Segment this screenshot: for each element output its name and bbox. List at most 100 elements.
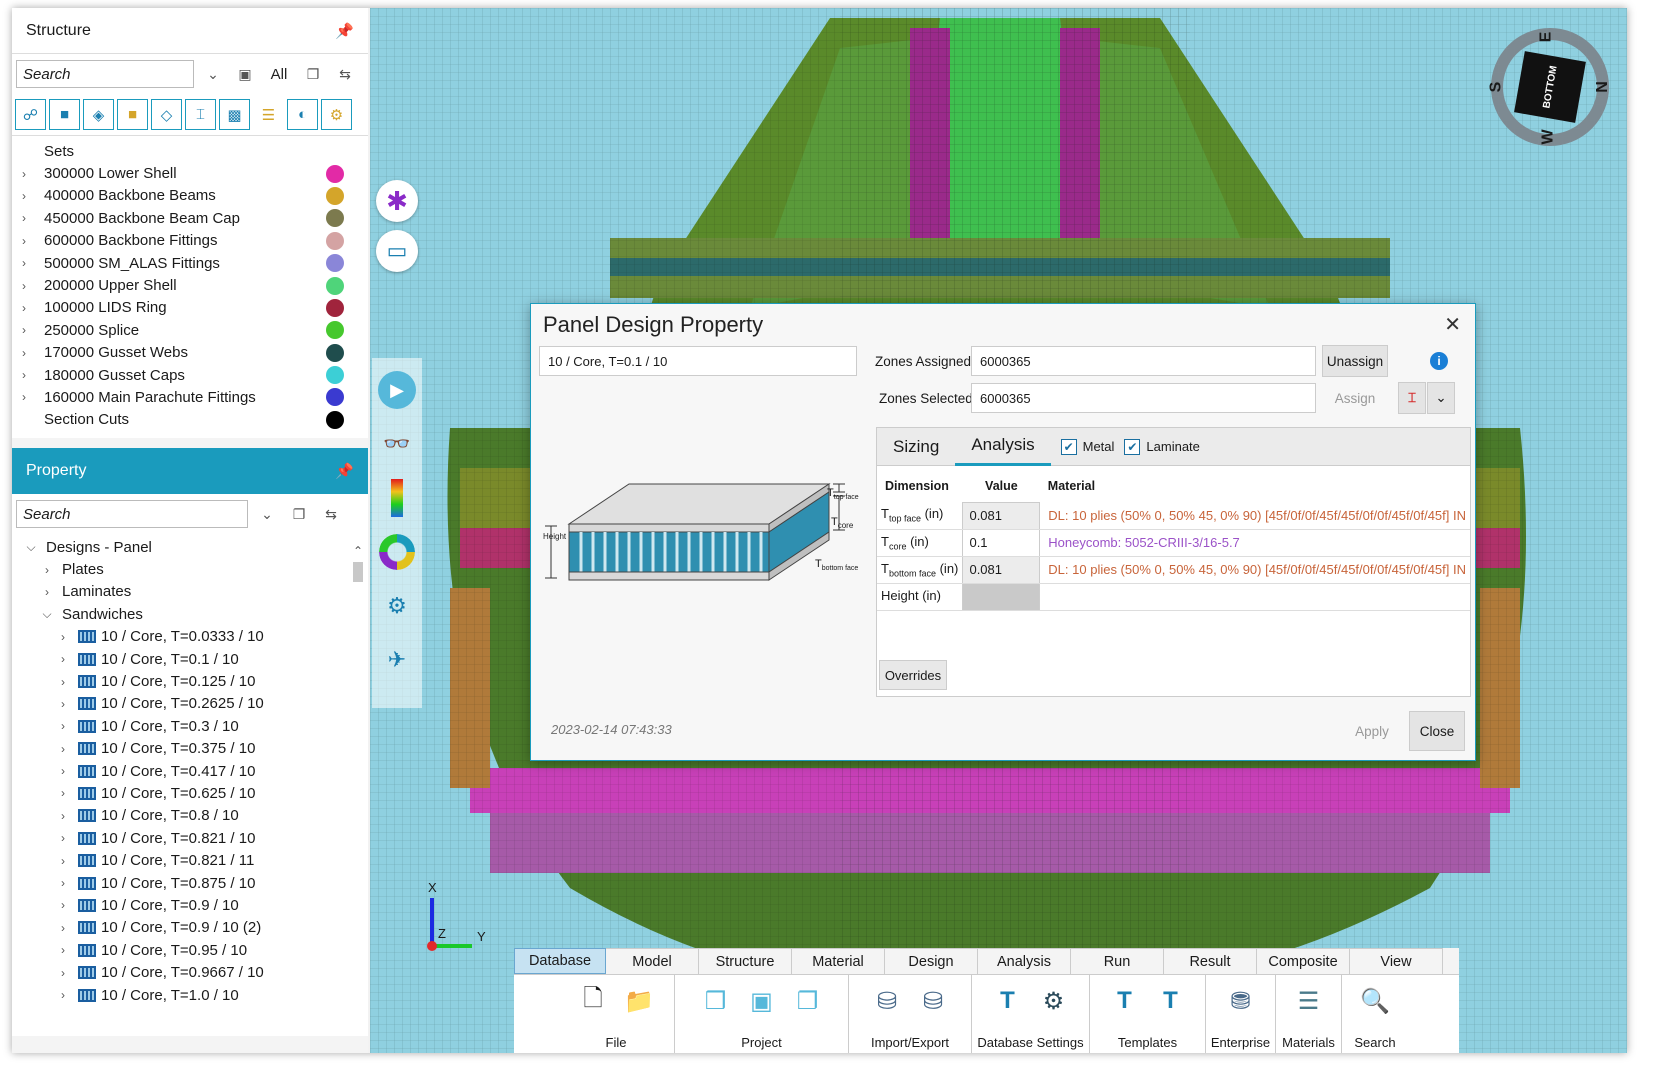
chevron-down-icon[interactable]: ⌵ (38, 607, 56, 622)
chevron-down-icon[interactable]: ⌄ (1427, 382, 1455, 414)
value-cell[interactable]: 0.081 (962, 501, 1041, 530)
glasses-icon[interactable]: 👓 (375, 422, 419, 466)
chevron-right-icon[interactable]: › (54, 742, 72, 756)
ribbon-tab-result[interactable]: Result (1164, 948, 1257, 974)
zones-selected-field[interactable]: 6000365 (971, 383, 1316, 413)
close-icon[interactable]: ✕ (1444, 312, 1461, 337)
set-item[interactable]: › 500000 SM_ALAS Fittings (12, 252, 368, 274)
ribbon-tab-view[interactable]: View (1350, 948, 1443, 974)
swap-icon[interactable]: ⇆ (332, 61, 358, 87)
sandwich-item[interactable]: › 10 / Core, T=0.821 / 11 (12, 849, 368, 871)
sandwich-item[interactable]: › 10 / Core, T=0.417 / 10 (12, 760, 368, 782)
material-cell[interactable]: DL: 10 plies (50% 0, 50% 45, 0% 90) [45f… (1039, 502, 1470, 530)
design-name-field[interactable]: 10 / Core, T=0.1 / 10 (539, 346, 857, 376)
template-icon[interactable]: T (1105, 981, 1145, 1021)
panel-icon[interactable]: ◇ (151, 99, 182, 130)
value-cell[interactable]: 0.1 (962, 528, 1041, 557)
chevron-down-icon[interactable]: ⌄ (254, 501, 280, 527)
property-search-input[interactable]: Search (16, 500, 248, 528)
set-item[interactable]: › 250000 Splice (12, 319, 368, 341)
scroll-down-icon[interactable]: ⌄ (352, 1028, 364, 1036)
template-copy-icon[interactable]: T (1151, 981, 1191, 1021)
project-export-icon[interactable]: ❐ (788, 981, 828, 1021)
set-item[interactable]: Section Cuts (12, 409, 368, 431)
play-icon[interactable]: ▶ (375, 368, 419, 412)
sandwich-item[interactable]: › 10 / Core, T=0.9667 / 10 (12, 961, 368, 983)
new-project-icon[interactable]: ❒ (696, 981, 736, 1021)
chevron-right-icon[interactable]: › (54, 854, 72, 868)
chevron-right-icon[interactable]: › (22, 323, 44, 337)
set-item[interactable]: › 180000 Gusset Caps (12, 364, 368, 386)
structure-search-input[interactable]: Search (16, 60, 194, 88)
database-import-icon[interactable]: ⛁ (867, 981, 907, 1021)
chevron-right-icon[interactable]: › (54, 652, 72, 666)
materials-icon[interactable]: ☰ (1289, 981, 1329, 1021)
tab-analysis[interactable]: Analysis (955, 428, 1051, 466)
set-item[interactable]: › 160000 Main Parachute Fittings (12, 386, 368, 408)
open-folder-icon[interactable]: 📁 (619, 981, 659, 1021)
chevron-right-icon[interactable]: › (54, 697, 72, 711)
tab-sizing[interactable]: Sizing (877, 428, 955, 466)
sandwich-item[interactable]: › 10 / Core, T=0.125 / 10 (12, 670, 368, 692)
database-export-icon[interactable]: ⛁ (913, 981, 953, 1021)
assign-tool-icon[interactable]: ⌶ (1398, 382, 1426, 414)
zones-assigned-field[interactable]: 6000365 (971, 346, 1316, 376)
sandwich-item[interactable]: › 10 / Core, T=0.625 / 10 (12, 782, 368, 804)
chevron-right-icon[interactable]: › (22, 256, 44, 270)
set-item[interactable]: › 170000 Gusset Webs (12, 342, 368, 364)
set-color-swatch[interactable] (326, 186, 344, 205)
airplane-icon[interactable]: ✈ (375, 638, 419, 682)
sandwich-item[interactable]: › 10 / Core, T=1.0 / 10 (12, 984, 368, 1006)
compass-face[interactable]: BOTTOM (1514, 51, 1586, 123)
chevron-right-icon[interactable]: › (54, 943, 72, 957)
ribbon-tab-composite[interactable]: Composite (1257, 948, 1350, 974)
chevron-right-icon[interactable]: › (54, 988, 72, 1002)
swap-icon[interactable]: ⇆ (318, 501, 344, 527)
gear-eye-icon[interactable]: ⚙ (375, 584, 419, 628)
set-item[interactable]: › 600000 Backbone Fittings (12, 230, 368, 252)
chevron-right-icon[interactable]: › (22, 346, 44, 360)
color-scale-icon[interactable] (375, 476, 419, 520)
chevron-right-icon[interactable]: › (54, 831, 72, 845)
tree-node-designs-panel[interactable]: ⌵ Designs - Panel (12, 536, 368, 558)
set-color-swatch[interactable] (326, 209, 344, 228)
unassign-button[interactable]: Unassign (1322, 345, 1388, 377)
pin-icon[interactable]: 📌 (335, 22, 354, 40)
chevron-right-icon[interactable]: › (22, 279, 44, 293)
material-cell[interactable] (1039, 583, 1470, 611)
sandwich-item[interactable]: › 10 / Core, T=0.821 / 10 (12, 827, 368, 849)
chevron-right-icon[interactable]: › (22, 368, 44, 382)
material-cell[interactable]: Honeycomb: 5052-CRIII-3/16-5.7 (1039, 529, 1470, 557)
search-icon[interactable]: 🔍 (1355, 981, 1395, 1021)
chevron-right-icon[interactable]: › (22, 234, 44, 248)
set-item[interactable]: › 400000 Backbone Beams (12, 185, 368, 207)
all-filter-button[interactable]: All (264, 61, 294, 87)
set-color-swatch[interactable] (326, 388, 344, 407)
set-color-swatch[interactable] (326, 276, 344, 295)
ribbon-tab-structure[interactable]: Structure (699, 948, 792, 974)
joint-icon[interactable]: ■ (117, 99, 148, 130)
cube-filter-icon[interactable]: ▣ (232, 61, 258, 87)
tree-scrollbar[interactable]: ⌃ ⌄ (352, 544, 364, 1036)
chevron-right-icon[interactable]: › (54, 764, 72, 778)
scroll-up-icon[interactable]: ⌃ (352, 544, 364, 558)
chevron-right-icon[interactable]: › (54, 876, 72, 890)
plate-icon[interactable]: ◈ (83, 99, 114, 130)
tree-node-plates[interactable]: › Plates (12, 558, 368, 580)
close-button[interactable]: Close (1409, 711, 1465, 751)
overrides-button[interactable]: Overrides (879, 660, 947, 690)
chevron-right-icon[interactable]: › (54, 898, 72, 912)
chevron-right-icon[interactable]: › (54, 675, 72, 689)
set-color-swatch[interactable] (326, 164, 344, 183)
set-color-swatch[interactable] (326, 231, 344, 250)
sandwich-item[interactable]: › 10 / Core, T=0.9 / 10 (12, 894, 368, 916)
chevron-right-icon[interactable]: › (22, 301, 44, 315)
chevron-right-icon[interactable]: › (54, 921, 72, 935)
info-icon[interactable]: i (1430, 352, 1448, 370)
ribbon-tab-design[interactable]: Design (885, 948, 978, 974)
chevron-right-icon[interactable]: › (54, 809, 72, 823)
rectangle-tool-button[interactable]: ▭ (376, 230, 418, 272)
laminate-checkbox[interactable]: ✔ Laminate (1124, 438, 1200, 455)
tree-node-laminates[interactable]: › Laminates (12, 581, 368, 603)
ribbon-tab-analysis[interactable]: Analysis (978, 948, 1071, 974)
